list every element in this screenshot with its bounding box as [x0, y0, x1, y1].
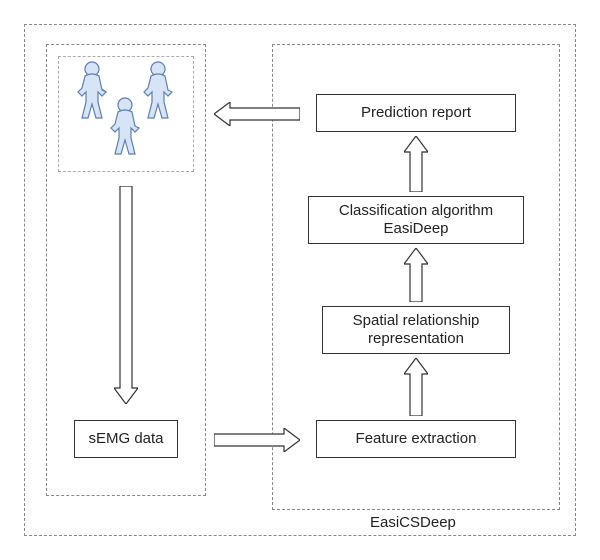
box-spatial: Spatial relationship representation	[322, 306, 510, 354]
box-label: Classification algorithm	[339, 202, 493, 220]
box-label: Spatial relationship	[353, 312, 480, 330]
box-label: Prediction report	[361, 104, 471, 122]
arrow-up-icon	[404, 248, 428, 302]
box-label: sEMG data	[88, 430, 163, 448]
arrow-up-icon	[404, 358, 428, 416]
arrow-down-icon	[114, 186, 138, 404]
person-icon	[103, 96, 147, 158]
arrow-up-icon	[404, 136, 428, 192]
diagram-title: EasiCSDeep	[370, 514, 456, 531]
box-label: representation	[368, 330, 464, 348]
arrow-left-icon	[214, 102, 300, 126]
box-label: EasiDeep	[383, 220, 448, 238]
box-semg-data: sEMG data	[74, 420, 178, 458]
box-feature-extraction: Feature extraction	[316, 420, 516, 458]
box-prediction-report: Prediction report	[316, 94, 516, 132]
box-label: Feature extraction	[356, 430, 477, 448]
arrow-right-icon	[214, 428, 300, 452]
box-classification: Classification algorithm EasiDeep	[308, 196, 524, 244]
